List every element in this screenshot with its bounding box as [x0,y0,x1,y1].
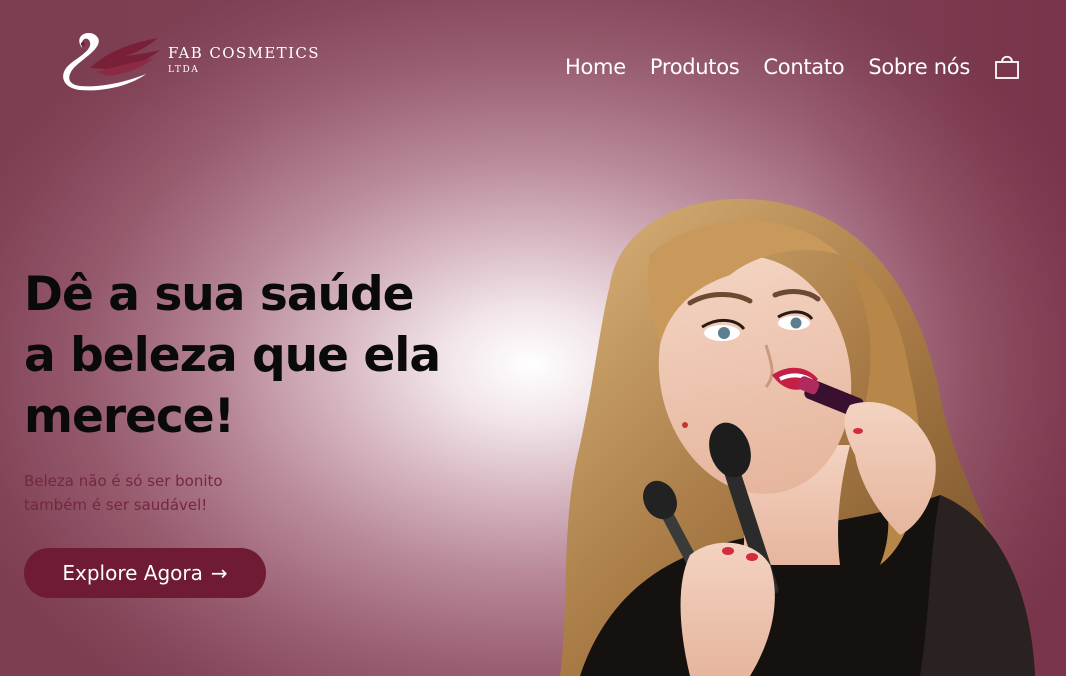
shopping-bag-icon[interactable] [994,53,1020,81]
nav-produtos[interactable]: Produtos [650,55,740,79]
hero-title-line-3: merece! [24,389,235,444]
hero-subtitle-line-1: Beleza não é só ser bonito [24,472,223,490]
brand-name: FAB COSMETICS [168,44,320,62]
nav-contato[interactable]: Contato [763,55,844,79]
hero-subtitle: Beleza não é só ser bonito também é ser … [24,469,284,517]
explore-button-label: Explore Agora [62,561,203,585]
hero-subtitle-line-2: também é ser saudável! [24,496,208,514]
model-photo [560,198,1035,676]
brand-suffix: LTDA [168,65,200,75]
hero-title: Dê a sua saúde a beleza que ela merece! [24,264,484,447]
swan-logo-icon [63,33,160,91]
nav-home[interactable]: Home [565,55,626,79]
hero-title-line-1: Dê a sua saúde [24,267,415,322]
main-nav: Home Produtos Contato Sobre nós [565,53,1020,81]
arrow-right-icon: → [210,561,228,585]
hero-title-line-2: a beleza que ela [24,328,441,383]
explore-button[interactable]: Explore Agora → [24,548,266,598]
brand-logo[interactable]: FAB COSMETICS LTDA [56,28,336,92]
hero-page: FAB COSMETICS LTDA Home Produtos Contato… [0,0,1066,676]
nav-sobre-nos[interactable]: Sobre nós [868,55,970,79]
